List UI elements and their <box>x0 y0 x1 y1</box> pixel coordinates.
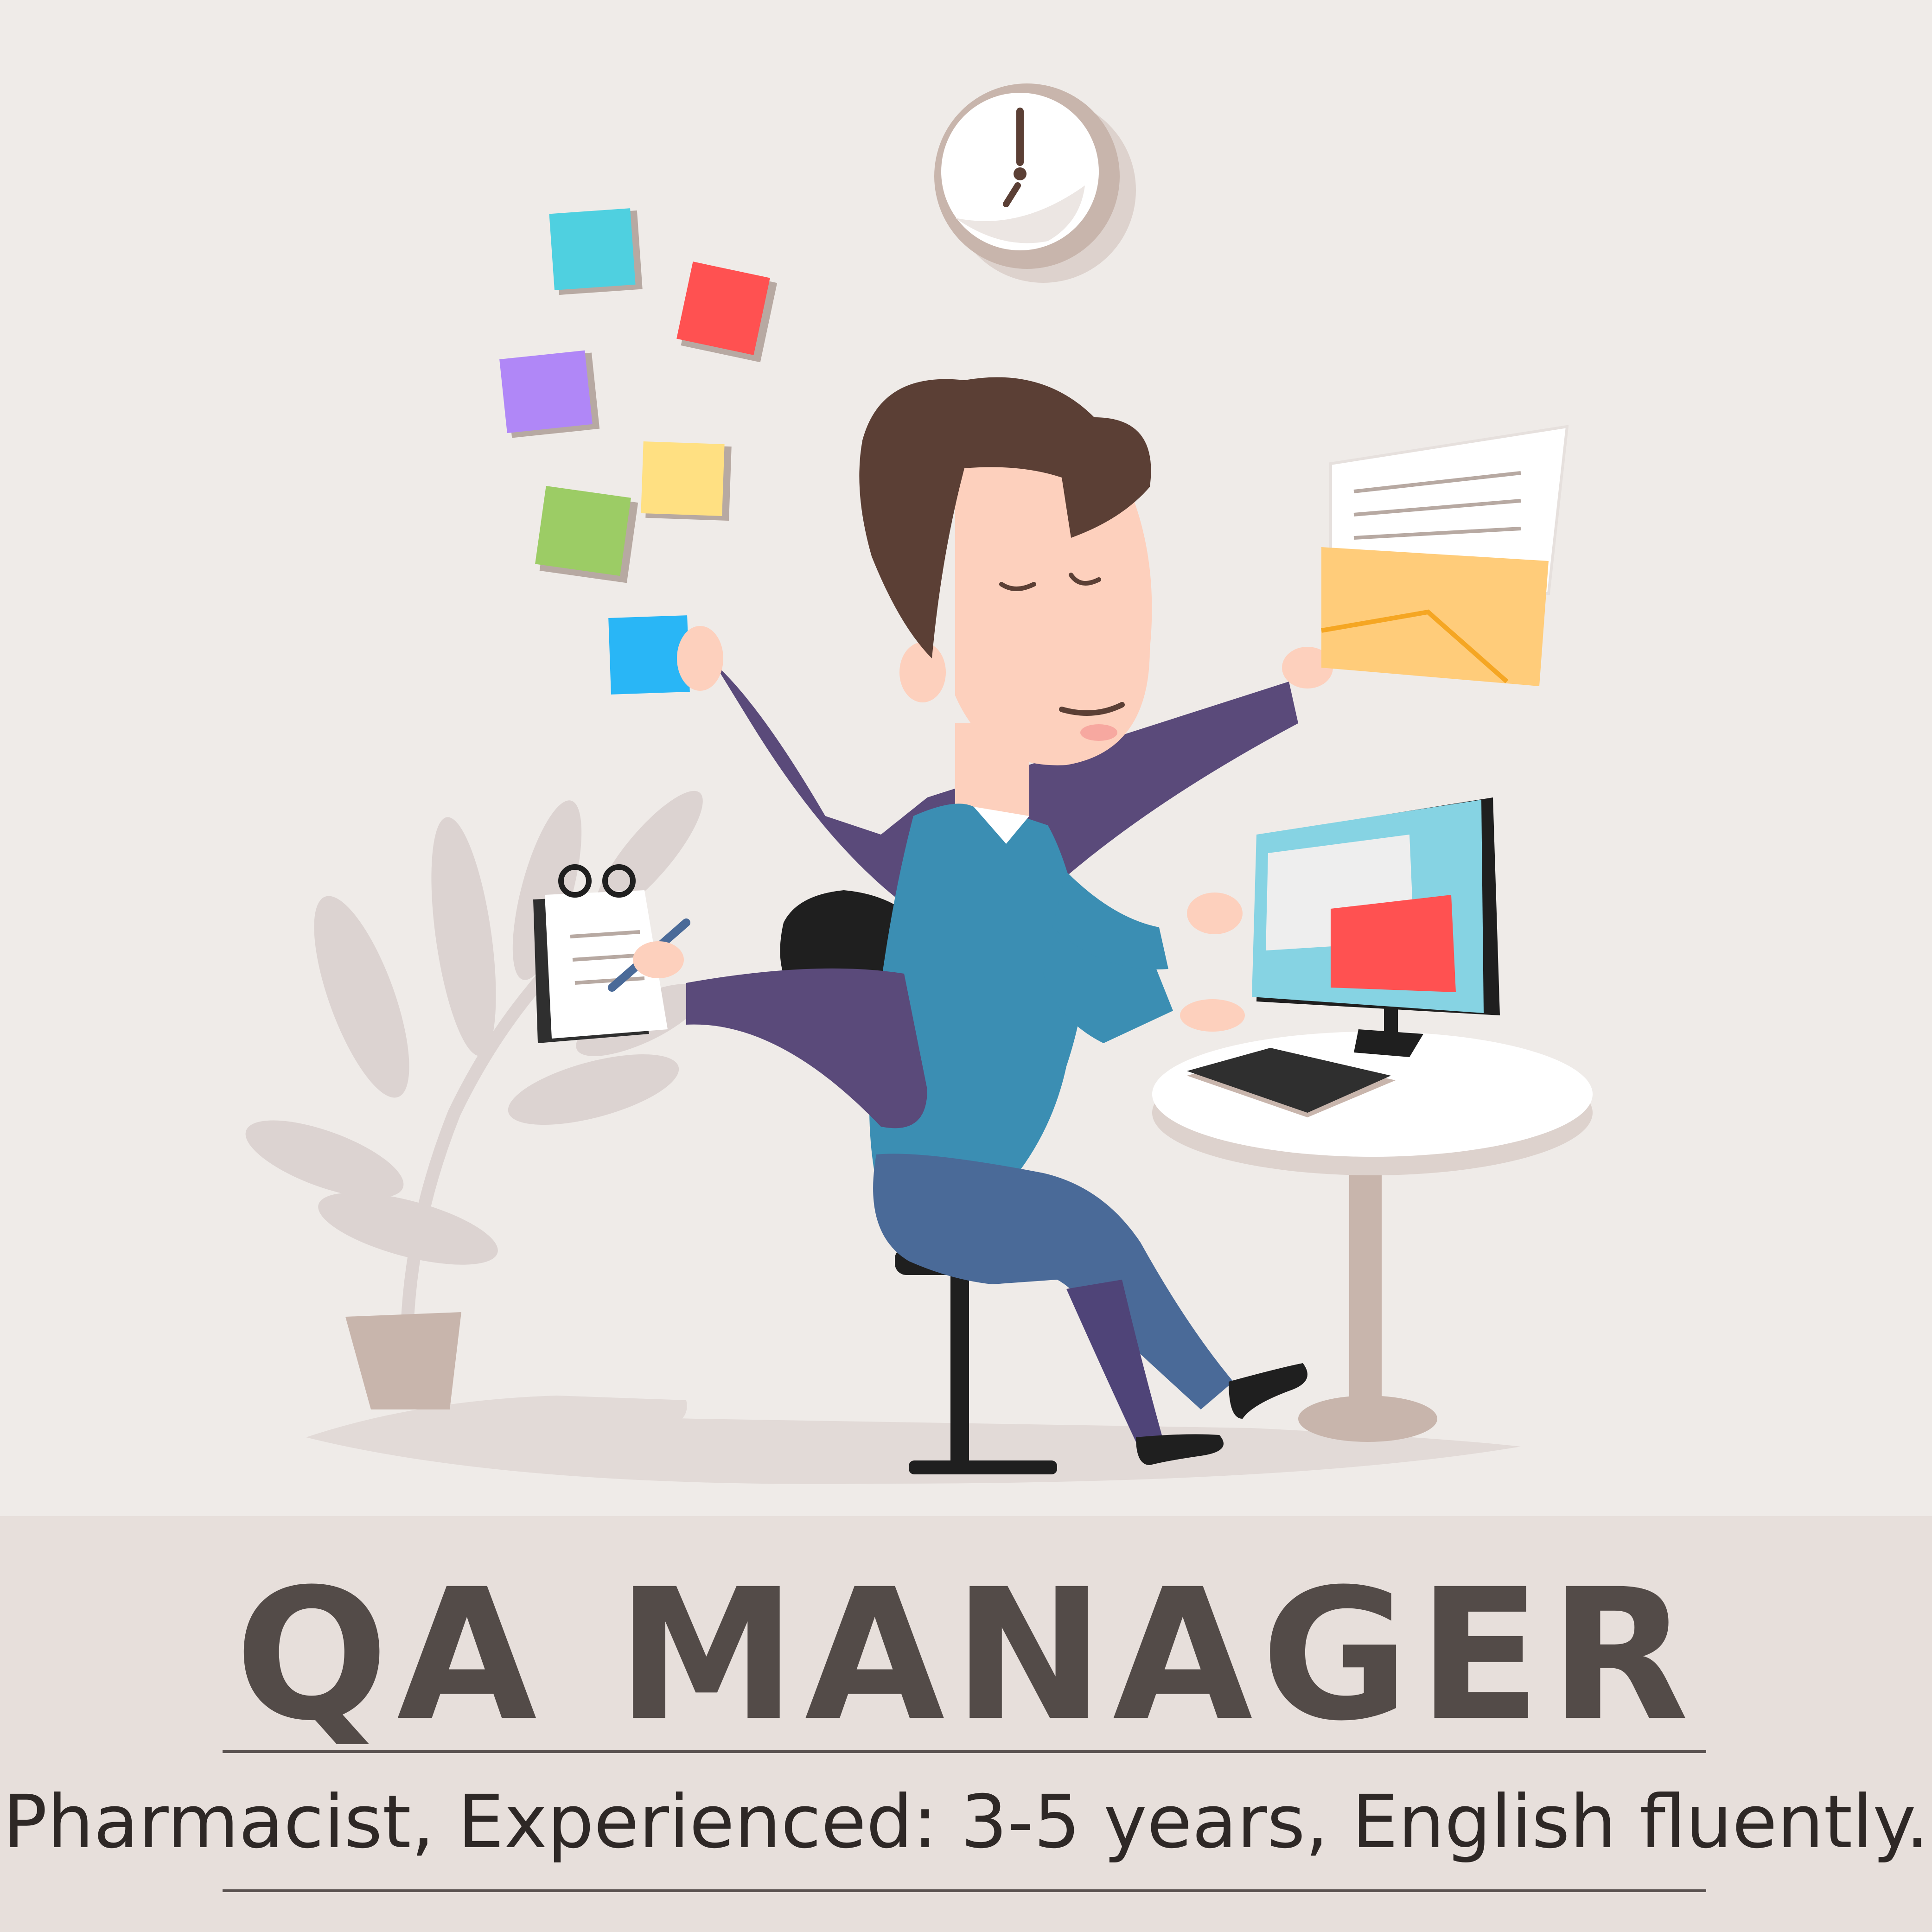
page-title: QA MANAGER <box>235 1550 1697 1760</box>
sticky-note-icon <box>549 208 643 295</box>
divider-bottom <box>223 1889 1706 1892</box>
sticky-note-icon <box>641 441 732 521</box>
clock-icon <box>934 83 1136 283</box>
monitor-icon <box>1252 797 1500 1057</box>
divider-top <box>223 1750 1706 1753</box>
office-illustration <box>245 83 1593 1484</box>
poster: QA MANAGER Pharmacist, Experienced: 3-5 … <box>0 0 1932 1932</box>
potted-plant-icon <box>245 791 704 1409</box>
person <box>677 377 1333 1465</box>
sticky-note-icon <box>499 350 600 438</box>
sticky-note-icon <box>535 486 638 583</box>
job-requirements: Pharmacist, Experienced: 3-5 years, Engl… <box>3 1779 1929 1865</box>
envelope-icon <box>1321 425 1569 686</box>
sticky-note-icon <box>676 261 778 363</box>
